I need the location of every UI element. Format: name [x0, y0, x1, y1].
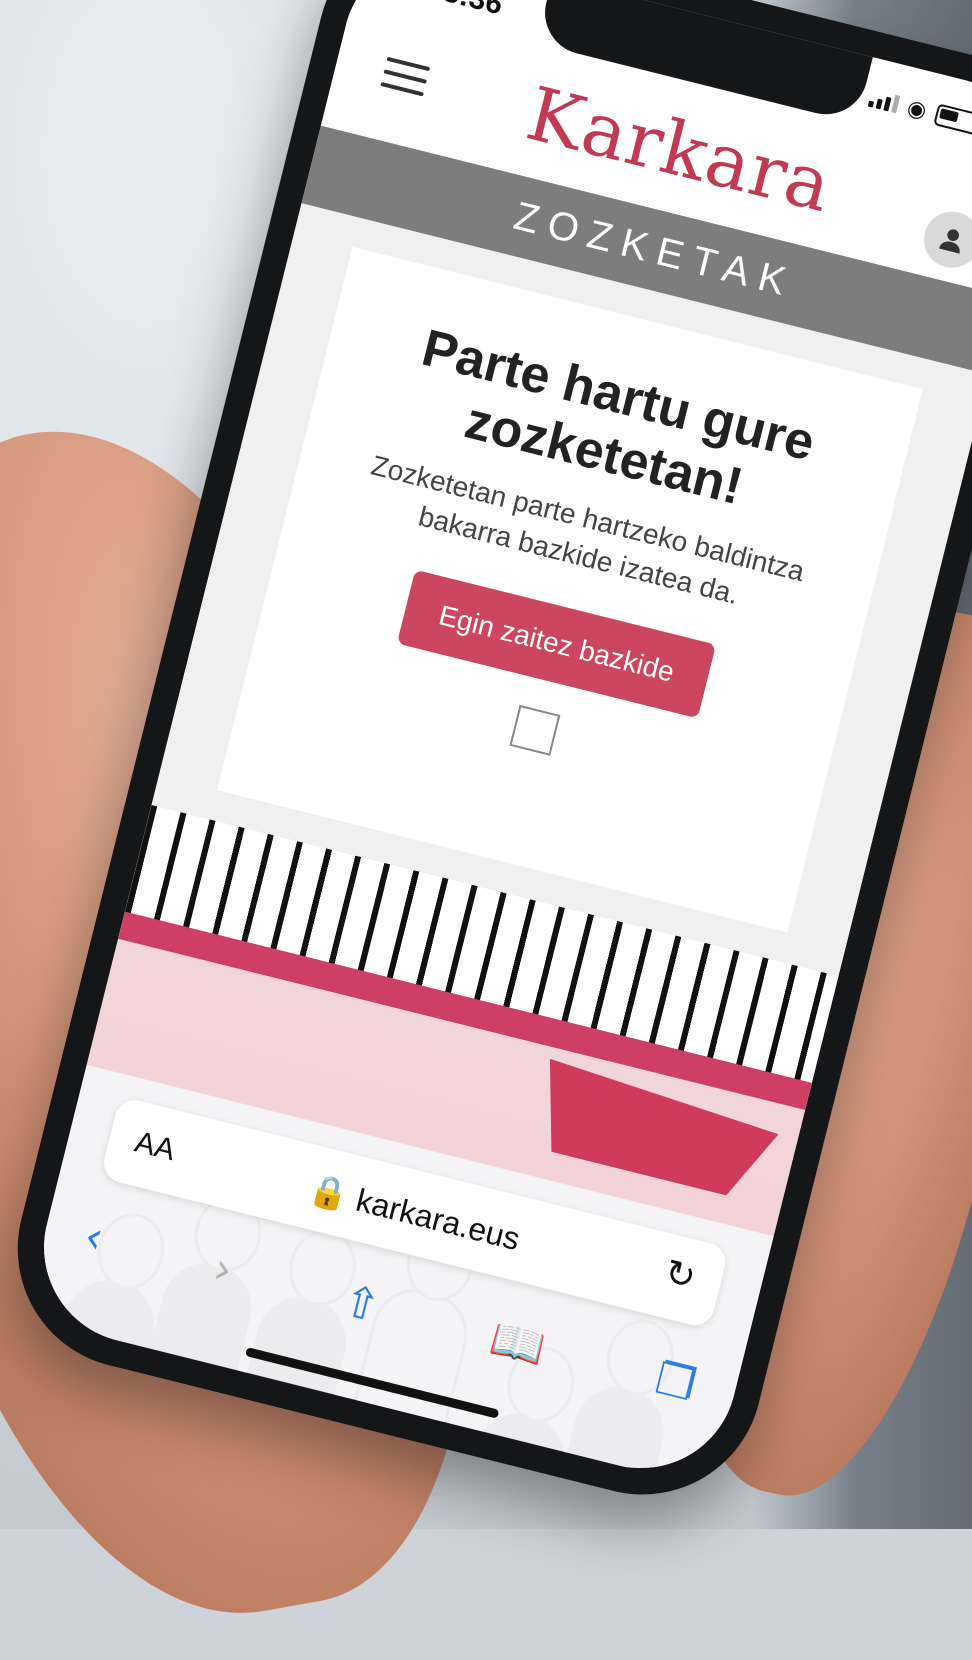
- raffle-card: Parte hartu gure zozketetan! Zozketetan …: [216, 246, 924, 933]
- chevron-left-icon[interactable]: ‹: [79, 1210, 108, 1265]
- home-indicator: [245, 1347, 500, 1419]
- signal-icon: [867, 89, 901, 114]
- battery-icon: [933, 103, 972, 136]
- tabs-icon[interactable]: ❐: [650, 1353, 701, 1413]
- status-time: 08:36: [423, 0, 506, 22]
- share-icon[interactable]: ⇧: [337, 1275, 385, 1334]
- lock-icon: 🔒: [305, 1169, 353, 1215]
- status-icons: ◉: [867, 85, 972, 136]
- chevron-right-icon[interactable]: ›: [208, 1243, 237, 1298]
- book-icon[interactable]: 📖: [485, 1312, 551, 1376]
- checkbox[interactable]: [509, 704, 561, 756]
- url-text: karkara.eus: [352, 1181, 524, 1258]
- user-icon: [939, 229, 960, 254]
- wifi-icon: ◉: [904, 94, 930, 124]
